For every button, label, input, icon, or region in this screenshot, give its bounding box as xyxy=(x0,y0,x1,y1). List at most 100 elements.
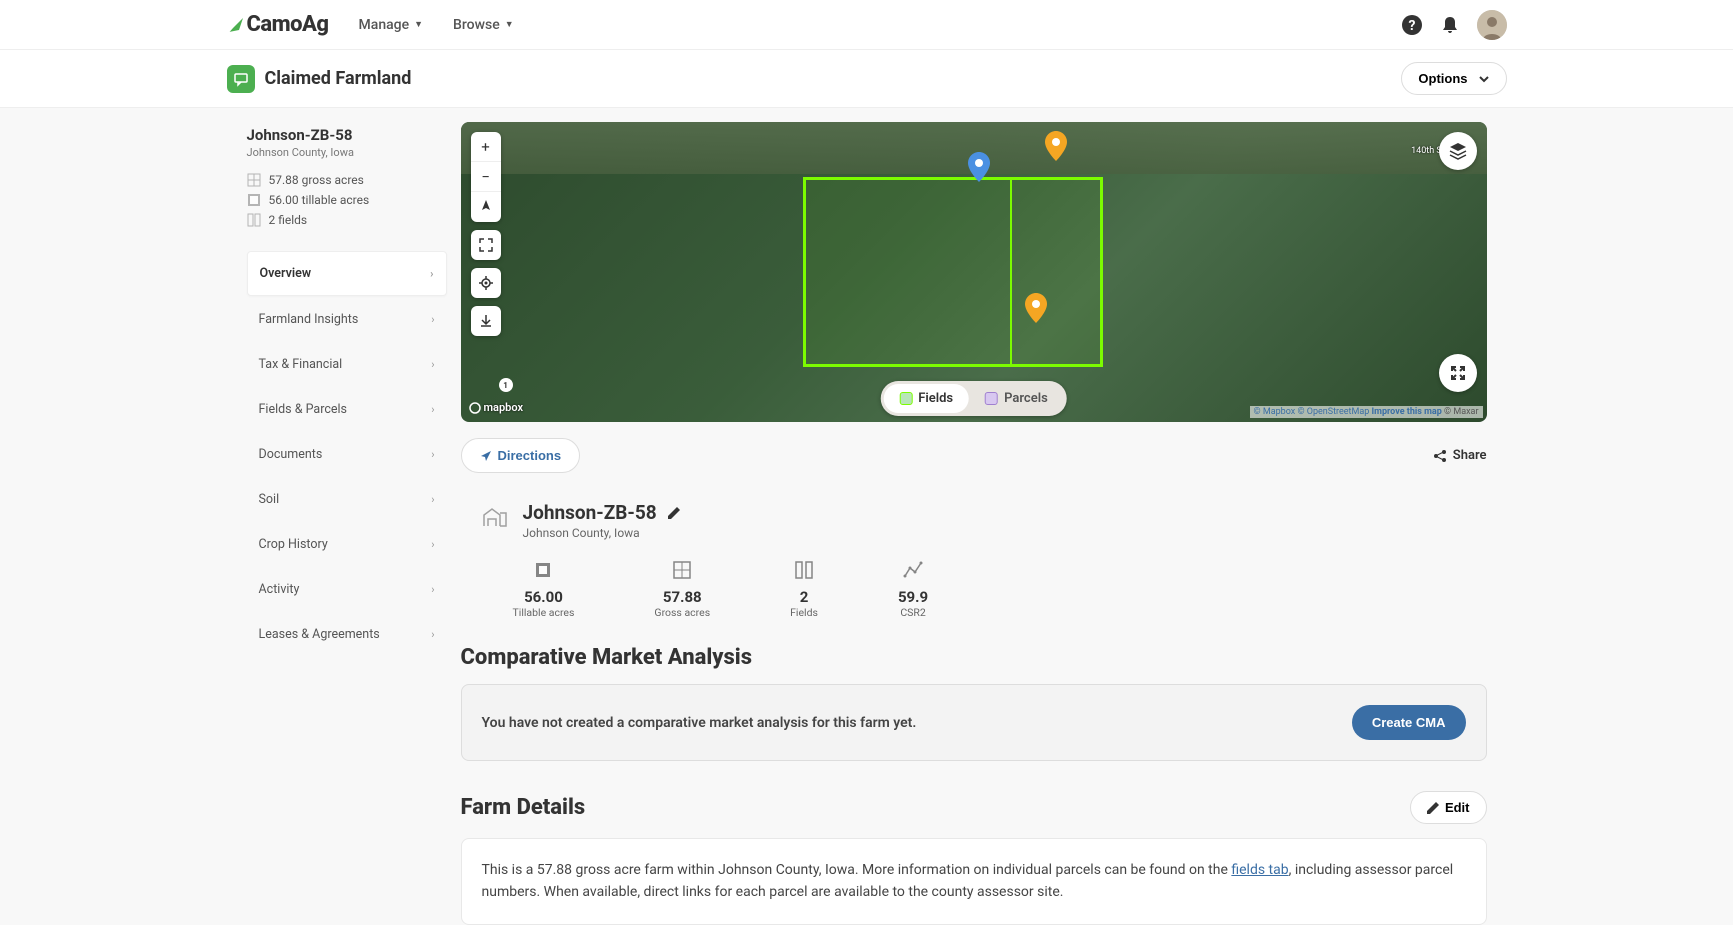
chevron-right-icon: › xyxy=(431,538,434,551)
layers-button[interactable] xyxy=(1439,132,1477,170)
toggle-fields[interactable]: Fields xyxy=(883,384,969,413)
sidebar-tabs: Overview› Farmland Insights › Tax & Finan… xyxy=(247,251,447,656)
notifications-button[interactable] xyxy=(1439,14,1461,36)
field-outline xyxy=(803,177,1103,367)
sidebar: Johnson-ZB-58 Johnson County, Iowa 57.88… xyxy=(247,108,447,925)
zoom-out-button[interactable]: − xyxy=(471,162,501,192)
map-attribution: © Mapbox © OpenStreetMap Improve this ma… xyxy=(1250,406,1483,418)
toggle-fields-label: Fields xyxy=(918,391,953,406)
swatch-green xyxy=(899,392,912,405)
attr-mapbox[interactable]: © Mapbox xyxy=(1254,407,1296,417)
stat-gross-acres: 57.88 gross acres xyxy=(247,173,447,187)
property-name: Johnson-ZB-58 xyxy=(247,126,447,144)
stat-fields-label: Fields xyxy=(790,606,818,619)
locate-button[interactable] xyxy=(471,268,501,298)
stat-tillable-acres: 56.00 tillable acres xyxy=(247,193,447,207)
stat-fields-val: 2 xyxy=(790,588,818,606)
farm-title: Johnson-ZB-58 xyxy=(523,501,657,524)
actions-row: Directions Share xyxy=(461,438,1487,473)
tab-documents[interactable]: Documents› xyxy=(247,433,447,476)
bell-icon xyxy=(1440,15,1460,35)
options-button[interactable]: Options xyxy=(1401,62,1506,95)
share-icon xyxy=(1433,449,1447,463)
nav-browse-label: Browse xyxy=(453,17,500,33)
caret-down-icon: ▼ xyxy=(414,19,423,30)
toggle-parcels-label: Parcels xyxy=(1004,391,1048,406)
map-pin-2[interactable] xyxy=(1025,293,1047,323)
avatar-icon xyxy=(1477,10,1507,40)
chevron-right-icon: › xyxy=(431,628,434,641)
nav-manage[interactable]: Manage ▼ xyxy=(359,17,424,33)
toggle-parcels[interactable]: Parcels xyxy=(969,384,1064,413)
mapbox-logo[interactable]: mapbox xyxy=(469,401,524,414)
map-pin-1[interactable] xyxy=(1045,131,1067,161)
caret-down-icon: ▼ xyxy=(505,19,514,30)
stat-tillable-val: 56.00 xyxy=(513,588,575,606)
fields-tab-link[interactable]: fields tab xyxy=(1231,862,1288,878)
chevron-right-icon: › xyxy=(431,493,434,506)
compass-button[interactable] xyxy=(471,192,501,222)
stat-tillable: 56.00 Tillable acres xyxy=(513,560,575,619)
compass-icon xyxy=(480,200,492,214)
attr-improve[interactable]: Improve this map xyxy=(1372,407,1442,417)
zoom-in-button[interactable]: + xyxy=(471,132,501,162)
fields-icon xyxy=(247,213,261,227)
leaf-icon xyxy=(227,16,245,34)
chevron-right-icon: › xyxy=(431,403,434,416)
tab-activity-label: Activity xyxy=(259,582,300,597)
stat-gross-text: 57.88 gross acres xyxy=(269,173,364,187)
map-pin-location[interactable] xyxy=(968,152,990,182)
tab-crop[interactable]: Crop History › xyxy=(247,523,447,566)
stat-csr2-label: CSR2 xyxy=(898,606,928,619)
cma-box: You have not created a comparative marke… xyxy=(461,684,1487,761)
download-icon xyxy=(479,314,493,328)
fullscreen-button[interactable] xyxy=(1439,354,1477,392)
stat-gross-val: 57.88 xyxy=(654,588,710,606)
tab-crop-label: Crop History xyxy=(259,537,328,552)
main: 140th St NE + − 1 xyxy=(461,108,1487,925)
navigation-icon xyxy=(480,450,492,462)
stat-csr2: 59.9 CSR2 xyxy=(898,560,928,619)
tab-tax[interactable]: Tax & Financial› xyxy=(247,343,447,386)
edit-button[interactable]: Edit xyxy=(1410,791,1487,824)
edit-icon[interactable] xyxy=(667,506,681,520)
tab-fields[interactable]: Fields & Parcels› xyxy=(247,388,447,431)
stat-tillable-text: 56.00 tillable acres xyxy=(269,193,370,207)
svg-text:?: ? xyxy=(1408,18,1415,34)
help-icon: ? xyxy=(1401,14,1423,36)
nav-browse[interactable]: Browse ▼ xyxy=(453,17,514,33)
farm-header: Johnson-ZB-58 Johnson County, Iowa xyxy=(461,501,1487,540)
tab-activity[interactable]: Activity› xyxy=(247,568,447,611)
chevron-right-icon: › xyxy=(430,267,433,280)
logo[interactable]: CamoAg xyxy=(227,12,329,37)
chevron-right-icon: › xyxy=(431,313,434,326)
fields-icon xyxy=(794,560,814,580)
tab-leases[interactable]: Leases & Agreements › xyxy=(247,613,447,656)
tab-overview[interactable]: Overview› xyxy=(247,251,447,296)
farm-details-box: This is a 57.88 gross acre farm within J… xyxy=(461,838,1487,925)
claimed-badge xyxy=(227,65,255,93)
create-cma-button[interactable]: Create CMA xyxy=(1352,705,1466,740)
tab-tax-label: Tax & Financial xyxy=(259,357,343,372)
farm-details-title: Farm Details xyxy=(461,795,586,820)
tab-leases-label: Leases & Agreements xyxy=(259,627,380,642)
attr-osm[interactable]: © OpenStreetMap xyxy=(1297,407,1369,417)
tab-insights-label: Farmland Insights xyxy=(259,312,359,327)
tab-soil[interactable]: Soil› xyxy=(247,478,447,521)
field-icon xyxy=(247,193,261,207)
directions-button[interactable]: Directions xyxy=(461,438,581,473)
help-button[interactable]: ? xyxy=(1401,14,1423,36)
attr-maxar: © Maxar xyxy=(1444,407,1478,417)
tab-insights[interactable]: Farmland Insights › xyxy=(247,298,447,341)
download-button[interactable] xyxy=(471,306,501,336)
map[interactable]: 140th St NE + − 1 xyxy=(461,122,1487,422)
logo-text-rest: amoAg xyxy=(260,12,328,37)
expand-button[interactable] xyxy=(471,230,501,260)
farm-details-header: Farm Details Edit xyxy=(461,791,1487,824)
layers-icon xyxy=(1449,142,1467,160)
chat-icon xyxy=(233,71,249,87)
share-button[interactable]: Share xyxy=(1433,448,1487,463)
cma-empty-text: You have not created a comparative marke… xyxy=(482,715,917,731)
avatar[interactable] xyxy=(1477,10,1507,40)
stat-fields-text: 2 fields xyxy=(269,213,308,227)
